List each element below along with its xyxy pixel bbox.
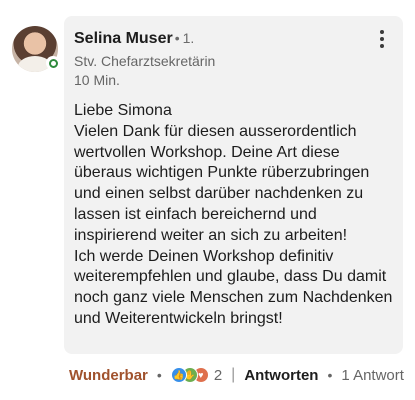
reply-count-link[interactable]: 1 Antwort bbox=[341, 367, 404, 384]
reaction-count: 2 bbox=[213, 366, 223, 384]
comment-timestamp: 10 Min. bbox=[74, 72, 120, 88]
author-headline: Stv. Chefarztsekretärin bbox=[74, 53, 216, 69]
action-divider: | bbox=[231, 366, 236, 383]
action-separator: • bbox=[327, 367, 333, 383]
degree-separator: • bbox=[174, 30, 180, 46]
comment: Selina Muser • 1. Stv. Chefarztsekretärin … bbox=[0, 0, 415, 400]
reaction-button[interactable]: Wunderbar bbox=[69, 367, 148, 384]
reply-button[interactable]: Antworten bbox=[244, 367, 318, 384]
more-options-icon[interactable] bbox=[375, 30, 389, 48]
comment-bubble: Selina Muser • 1. Stv. Chefarztsekretärin … bbox=[64, 16, 403, 354]
author-name[interactable]: Selina Muser bbox=[74, 30, 173, 47]
comment-header: Selina Muser • 1. bbox=[74, 30, 194, 48]
avatar-container[interactable] bbox=[12, 26, 60, 72]
comment-text: Liebe Simona Vielen Dank für diesen auss… bbox=[74, 102, 393, 327]
online-status-icon bbox=[46, 56, 60, 70]
action-separator: • bbox=[156, 367, 162, 383]
connection-degree: 1. bbox=[182, 30, 195, 46]
reactions-summary[interactable]: 👍 ✋ ♥ 2 bbox=[170, 366, 223, 384]
like-icon: 👍 bbox=[170, 367, 187, 383]
comment-actions: Wunderbar • 👍 ✋ ♥ 2 | Antworten • 1 Antw… bbox=[69, 364, 404, 386]
